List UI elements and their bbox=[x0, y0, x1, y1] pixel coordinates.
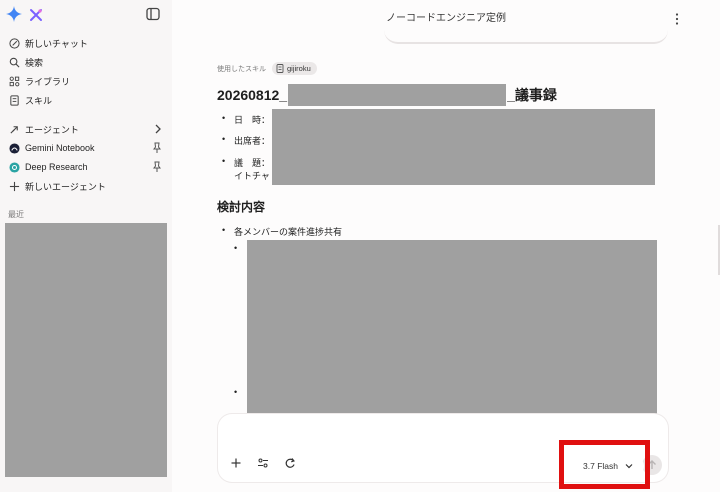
pin-icon[interactable] bbox=[152, 161, 162, 173]
new-chat-icon bbox=[8, 37, 20, 49]
section-heading: 検討内容 bbox=[217, 200, 266, 214]
list-item-agenda: 議 題： イトチャ bbox=[222, 156, 271, 182]
chevron-right-icon[interactable] bbox=[154, 123, 162, 135]
deep-research-icon bbox=[8, 161, 20, 173]
sidebar-item-search[interactable]: 検索 bbox=[8, 53, 43, 71]
redacted-title bbox=[288, 84, 507, 106]
gemini-logo-icon[interactable] bbox=[6, 6, 22, 22]
redacted-meeting-details bbox=[272, 109, 655, 185]
sub-bullet-marker: • bbox=[234, 387, 238, 397]
recent-section-label: 最近 bbox=[8, 210, 24, 219]
skill-used-row: 使用したスキル gijiroku bbox=[217, 62, 317, 75]
sidebar-item-deep-research[interactable]: Deep Research bbox=[8, 158, 162, 176]
tools-icon[interactable] bbox=[257, 457, 269, 469]
sidebar-item-label: Gemini Notebook bbox=[25, 143, 95, 153]
sidebar-item-label: ライブラリ bbox=[25, 76, 71, 87]
document-title: 20260812_ _議事録 bbox=[217, 84, 557, 106]
library-icon bbox=[8, 75, 20, 87]
sidebar-item-new-chat[interactable]: 新しいチャット bbox=[8, 34, 88, 52]
sidebar-item-label: 新しいエージェント bbox=[25, 181, 106, 192]
skill-used-label: 使用したスキル bbox=[217, 65, 266, 73]
sidebar-item-skill[interactable]: スキル bbox=[8, 91, 52, 109]
sidebar-item-label: 検索 bbox=[25, 57, 44, 68]
skill-icon bbox=[8, 94, 20, 106]
redacted-progress-details bbox=[247, 240, 657, 416]
sidebar-toggle-icon[interactable] bbox=[146, 7, 160, 21]
highlight-box bbox=[559, 440, 650, 489]
redacted-recent-list bbox=[5, 223, 167, 477]
more-options-icon[interactable] bbox=[674, 12, 680, 26]
plus-icon bbox=[8, 180, 20, 192]
sidebar-item-agents[interactable]: エージェント bbox=[8, 120, 162, 138]
title-prefix: 20260812_ bbox=[217, 87, 288, 103]
agent-icon bbox=[8, 123, 20, 135]
sidebar-item-label: 新しいチャット bbox=[25, 38, 88, 49]
notebook-icon bbox=[8, 142, 20, 154]
title-suffix: _議事録 bbox=[507, 87, 557, 103]
list-item-datetime: 日 時： bbox=[222, 113, 271, 126]
sidebar-item-library[interactable]: ライブラリ bbox=[8, 72, 70, 90]
search-icon bbox=[8, 56, 20, 68]
sidebar: 新しいチャット 検索 ライブラリ スキル エージェント Gemini Noteb… bbox=[0, 0, 172, 492]
bullet-second-line: イトチャ bbox=[234, 171, 270, 181]
spark-logo-icon bbox=[30, 9, 42, 21]
sidebar-item-label: スキル bbox=[25, 95, 53, 106]
bullet-label: 各メンバーの案件進捗共有 bbox=[234, 227, 343, 237]
logo-row bbox=[6, 6, 160, 24]
main-panel: ノーコードエンジニア定例 使用したスキル gijiroku 20260812_ … bbox=[172, 0, 720, 492]
bullet-label: 日 時： bbox=[234, 115, 271, 125]
user-message-bubble bbox=[384, 14, 668, 44]
add-icon[interactable] bbox=[230, 457, 242, 469]
sidebar-item-label: エージェント bbox=[25, 124, 79, 135]
skill-chip-label: gijiroku bbox=[287, 64, 311, 73]
refresh-icon[interactable] bbox=[284, 457, 296, 469]
bullet-label: 出席者： bbox=[234, 136, 271, 146]
sidebar-item-gemini-notebook[interactable]: Gemini Notebook bbox=[8, 139, 162, 157]
skill-chip-icon bbox=[276, 64, 284, 73]
skill-chip[interactable]: gijiroku bbox=[272, 62, 317, 75]
sidebar-item-new-agent[interactable]: 新しいエージェント bbox=[8, 177, 106, 195]
sidebar-item-label: Deep Research bbox=[25, 162, 88, 172]
sub-bullet-marker: • bbox=[234, 243, 238, 253]
list-item-attendees: 出席者： bbox=[222, 134, 271, 147]
pin-icon[interactable] bbox=[152, 142, 162, 154]
list-item-progress: 各メンバーの案件進捗共有 bbox=[222, 225, 343, 238]
bullet-label: 議 題： bbox=[234, 158, 271, 168]
